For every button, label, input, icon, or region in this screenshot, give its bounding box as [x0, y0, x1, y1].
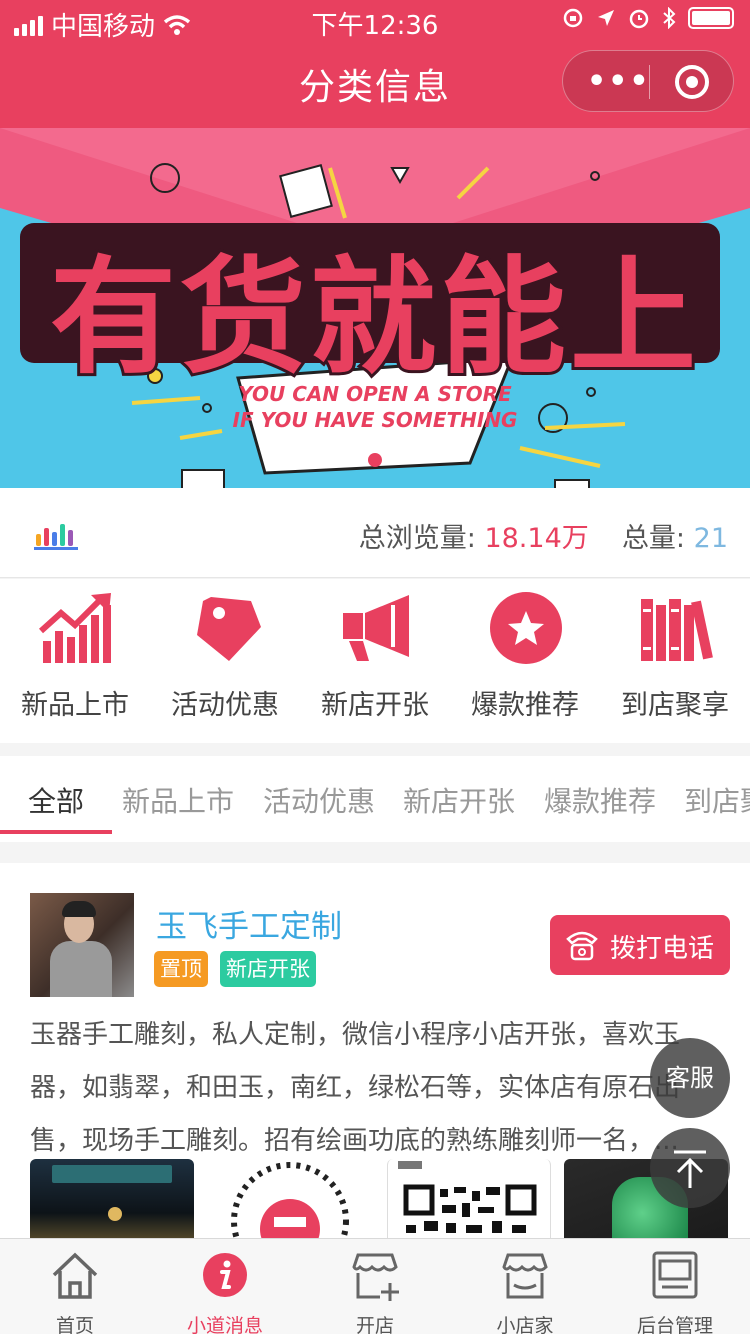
banner-subtitle-line2: IF YOU HAVE SOMETHING	[232, 408, 518, 432]
phone-icon	[566, 931, 598, 961]
tabbar-item-news[interactable]: 小道消息	[150, 1239, 300, 1334]
admin-icon	[652, 1251, 698, 1299]
status-right	[562, 7, 734, 29]
category-new-products[interactable]: 新品上市	[0, 579, 150, 743]
arrow-up-icon	[674, 1150, 706, 1188]
price-tag-icon	[197, 597, 261, 661]
home-icon	[52, 1252, 98, 1299]
bottom-tab-bar: 首页 小道消息 开店 小店家 后台管理	[0, 1238, 750, 1334]
star-icon	[490, 592, 562, 664]
battery-icon	[688, 7, 734, 29]
tabbar-label: 首页	[55, 1315, 94, 1334]
app-screen: 中国移动 下午12:36 分类信息 ••• 有货就能上 YOU CAN OPEN…	[0, 0, 750, 1334]
post-image-qr-code[interactable]	[208, 1159, 372, 1249]
post-image-strip	[30, 1159, 730, 1249]
post-image-wechat-qr[interactable]	[387, 1159, 551, 1249]
post-card[interactable]: 玉飞手工定制 置顶 新店开张 拨打电话 玉器手工雕刻，私人定制，微信小程序小店开…	[0, 863, 750, 1249]
category-in-store[interactable]: 到店聚享	[600, 579, 750, 743]
active-tab-indicator	[0, 830, 112, 834]
tabbar-item-home[interactable]: 首页	[0, 1239, 150, 1334]
capsule-divider	[649, 65, 650, 99]
post-description: 玉器手工雕刻，私人定制，微信小程序小店开张，喜欢玉器，如翡翠，和田玉，南红，绿松…	[30, 1020, 681, 1156]
bluetooth-icon	[663, 7, 676, 29]
post-image-storefront[interactable]	[30, 1159, 194, 1249]
tab-hot-picks[interactable]: 爆款推荐	[544, 780, 656, 820]
info-icon	[203, 1253, 247, 1297]
category-grid: 新品上市 活动优惠 新店开张 爆款推荐 到店聚享	[0, 579, 750, 743]
mini-program-capsule: •••	[562, 50, 734, 112]
category-label: 新店开张	[321, 690, 429, 721]
promo-banner[interactable]: 有货就能上 YOU CAN OPEN A STORE IF YOU HAVE S…	[0, 128, 750, 488]
shop-icon	[502, 1253, 548, 1299]
call-button-label: 拨打电话	[610, 934, 715, 964]
navigation-bar: 分类信息 •••	[0, 40, 750, 128]
tabbar-label: 小道消息	[186, 1315, 263, 1334]
banner-headline: 有货就能上	[47, 241, 700, 394]
views-label: 总浏览量:	[358, 523, 476, 554]
category-label: 新品上市	[21, 690, 129, 721]
tabbar-label: 后台管理	[636, 1315, 713, 1334]
status-bar: 中国移动 下午12:36	[0, 0, 750, 42]
close-mini-program-icon[interactable]	[675, 65, 709, 99]
call-button[interactable]: 拨打电话	[550, 915, 730, 975]
customer-service-button[interactable]: 客服	[650, 1038, 730, 1118]
tabbar-label: 开店	[355, 1315, 394, 1334]
tabbar-item-admin[interactable]: 后台管理	[600, 1239, 750, 1334]
views-value: 18.14万	[484, 523, 589, 554]
qr-code-icon	[398, 1161, 537, 1233]
banner-subtitle-line1: YOU CAN OPEN A STORE	[238, 382, 512, 406]
category-label: 到店聚享	[621, 690, 729, 721]
tabbar-item-open-store[interactable]: 开店	[300, 1239, 450, 1334]
back-to-top-button[interactable]	[650, 1128, 730, 1208]
tab-new-store[interactable]: 新店开张	[403, 780, 515, 820]
total-label: 总量:	[621, 523, 686, 554]
tab-new-products[interactable]: 新品上市	[122, 780, 234, 820]
megaphone-icon	[343, 595, 409, 661]
more-menu-icon[interactable]: •••	[587, 67, 651, 97]
category-label: 爆款推荐	[471, 690, 579, 721]
stats-bar: 总浏览量: 18.14万 总量: 21	[0, 488, 750, 578]
mini-program-code-icon	[231, 1162, 349, 1249]
filter-tabs: 全部 新品上市 活动优惠 新店开张 爆款推荐 到店聚享	[0, 756, 750, 842]
rotation-lock-icon	[563, 8, 583, 28]
stats-text: 总浏览量: 18.14万 总量: 21	[359, 516, 728, 555]
trend-chart-icon	[39, 593, 111, 663]
books-icon	[641, 599, 713, 661]
alarm-icon	[629, 9, 649, 29]
tabbar-label: 小店家	[496, 1315, 554, 1334]
shop-name[interactable]: 玉飞手工定制	[156, 901, 342, 946]
open-store-icon	[352, 1253, 399, 1301]
tabbar-item-shop[interactable]: 小店家	[450, 1239, 600, 1334]
tab-all[interactable]: 全部	[28, 780, 84, 820]
bar-chart-icon	[34, 522, 78, 550]
category-badge: 新店开张	[220, 951, 316, 987]
category-label: 活动优惠	[171, 690, 279, 721]
pinned-badge: 置顶	[154, 951, 208, 987]
location-icon	[598, 10, 614, 26]
category-promotions[interactable]: 活动优惠	[150, 579, 300, 743]
tab-promotions[interactable]: 活动优惠	[263, 780, 375, 820]
category-new-store[interactable]: 新店开张	[300, 579, 450, 743]
shop-avatar[interactable]	[30, 893, 134, 997]
category-hot-picks[interactable]: 爆款推荐	[450, 579, 600, 743]
total-value: 21	[693, 523, 728, 554]
tab-in-store[interactable]: 到店聚享	[684, 780, 750, 820]
